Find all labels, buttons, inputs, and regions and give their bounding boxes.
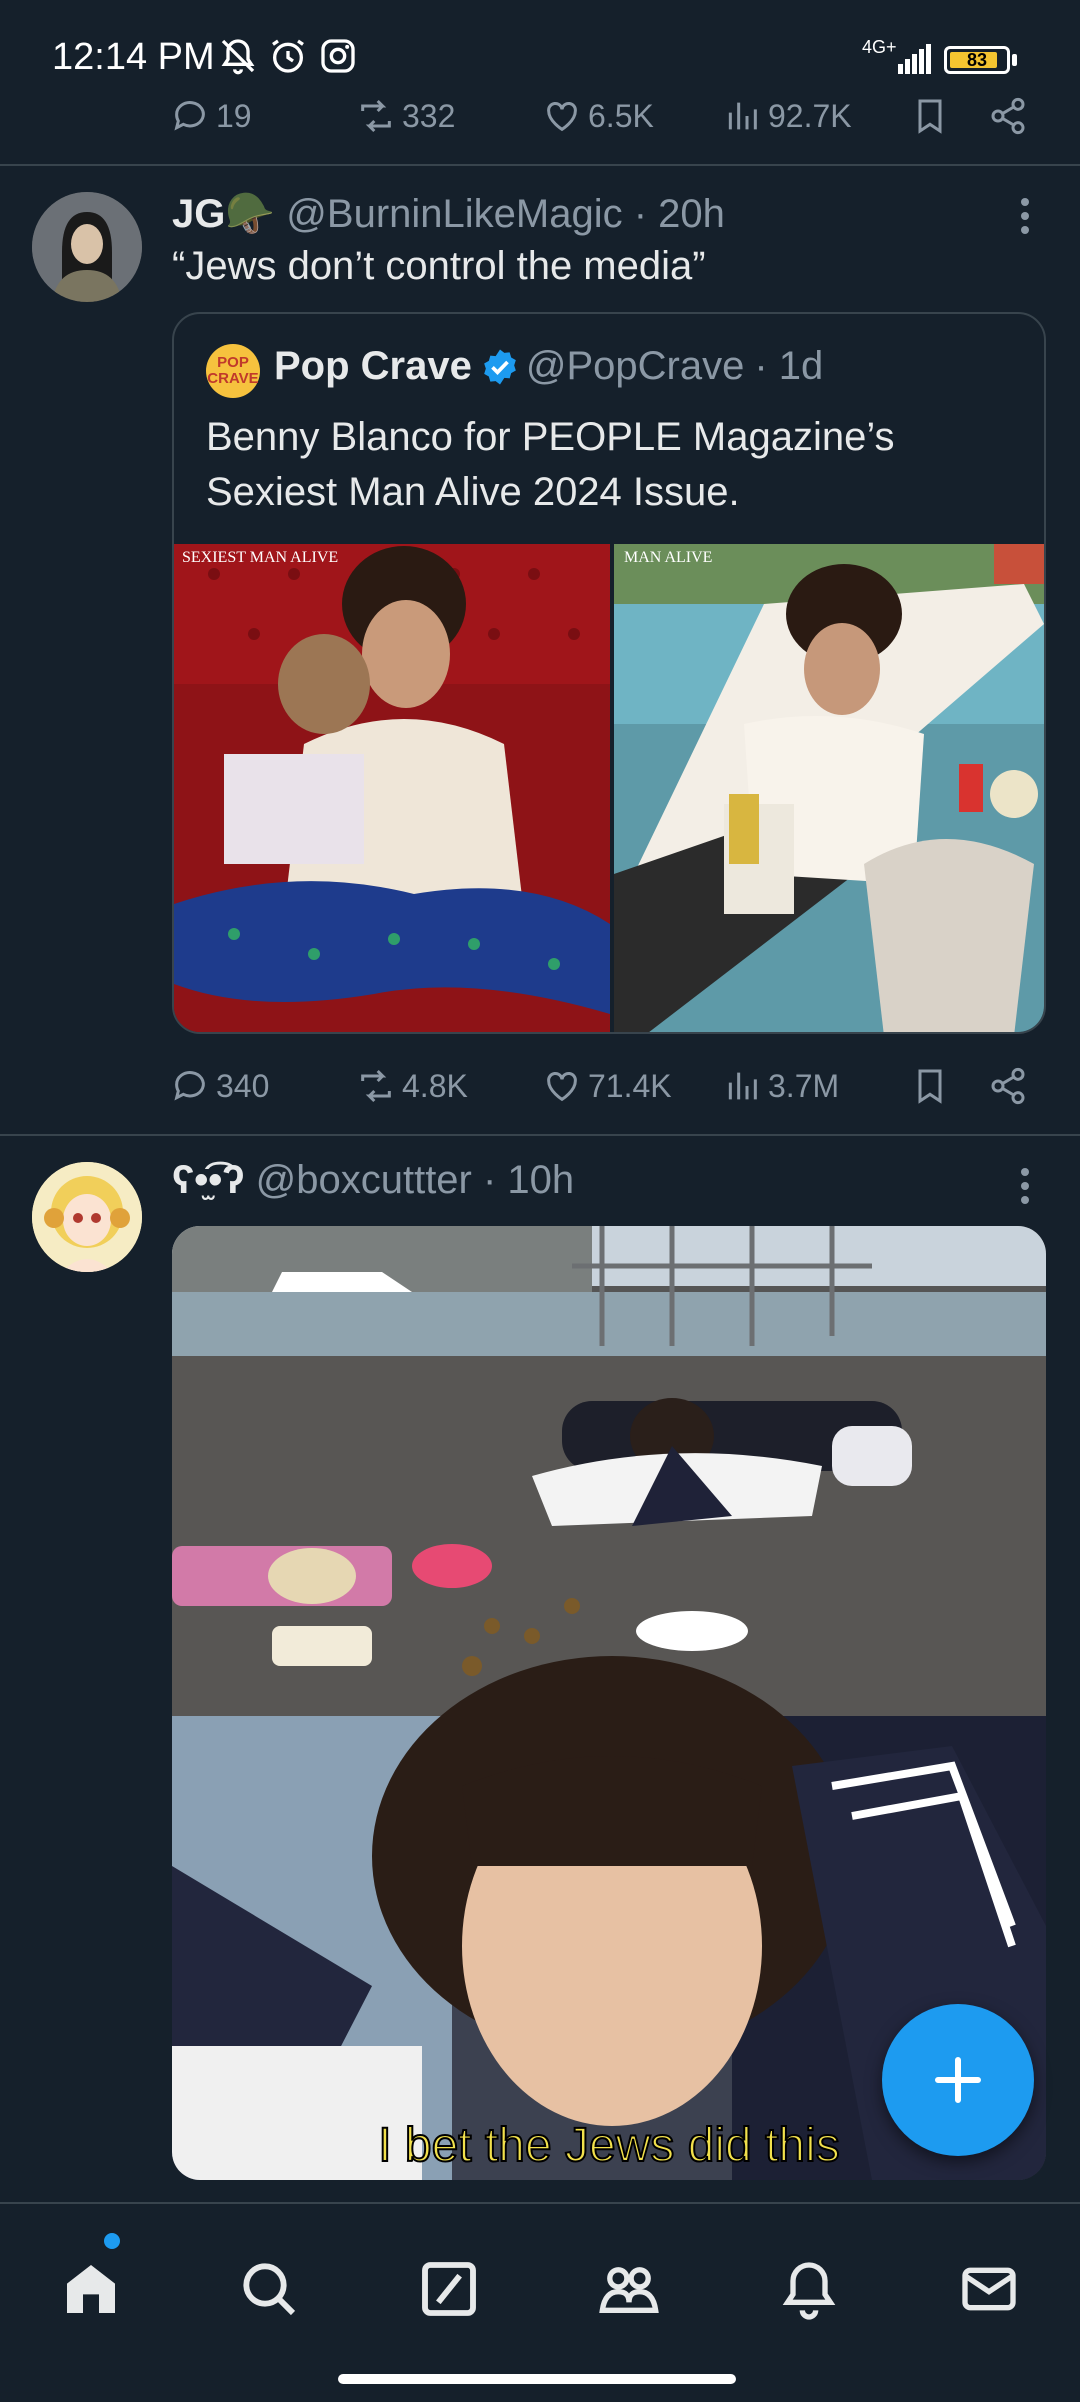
image-overlay-text: MAN ALIVE <box>624 549 712 566</box>
retweet-count: 332 <box>402 97 456 134</box>
quote-image-2[interactable]: MAN ALIVE <box>614 544 1044 1032</box>
signal-icon <box>898 44 931 74</box>
like-count: 71.4K <box>588 1067 672 1104</box>
prev-tweet-actions: 19 332 6.5K 92.7K <box>170 86 1040 146</box>
retweet-button[interactable]: 4.8K <box>356 1056 468 1116</box>
reply-count: 340 <box>216 1067 270 1104</box>
share-button[interactable] <box>988 86 1034 146</box>
bookmark-button[interactable] <box>910 1056 956 1116</box>
search-icon <box>243 2263 296 2316</box>
compose-button[interactable] <box>882 2004 1034 2156</box>
tweet-divider <box>0 1134 1080 1136</box>
messages-icon <box>962 2267 1016 2311</box>
notifications-icon <box>782 2262 836 2320</box>
avatar[interactable] <box>32 1162 142 1272</box>
share-button[interactable] <box>988 1056 1034 1116</box>
views-icon <box>728 102 757 130</box>
verified-badge-icon <box>484 349 516 384</box>
quote-avatar[interactable]: POP CRAVE <box>206 344 260 398</box>
bookmark-icon <box>918 1069 942 1104</box>
mute-bell-icon <box>221 39 255 75</box>
retweet-button[interactable]: 332 <box>356 86 455 146</box>
helmet-emoji: 🪖 <box>225 192 276 236</box>
more-options-icon[interactable] <box>1018 196 1032 236</box>
display-name[interactable]: ʕ•̫͡•ʔ <box>172 1158 245 1202</box>
like-button[interactable]: 71.4K <box>542 1056 672 1116</box>
reply-icon <box>174 1071 205 1101</box>
reply-count: 19 <box>216 97 252 134</box>
tweet-divider <box>0 164 1080 166</box>
nav-home[interactable] <box>46 2244 136 2334</box>
bookmark-button[interactable] <box>910 86 956 146</box>
bottom-nav <box>0 2202 1080 2402</box>
bookmark-icon <box>918 99 942 134</box>
quote-timestamp: · 1d <box>754 344 824 388</box>
handle[interactable]: @boxcuttter <box>256 1158 472 1202</box>
battery-icon: 83 <box>944 46 1010 74</box>
share-icon <box>991 97 1025 135</box>
tweet-header: JG🪖 @BurninLikeMagic · 20h <box>172 190 725 237</box>
image-overlay-text: SEXIEST MAN ALIVE <box>182 549 338 566</box>
quote-header: Pop Crave @PopCrave · 1d <box>274 344 823 389</box>
share-icon <box>991 1067 1025 1105</box>
quote-tweet-card[interactable]: POP CRAVE Pop Crave @PopCrave · 1d Benny… <box>172 312 1046 1034</box>
alarm-icon <box>272 39 304 73</box>
nav-grok[interactable] <box>404 2244 494 2334</box>
communities-icon <box>599 2267 659 2313</box>
views-icon <box>728 1072 757 1100</box>
grok-icon <box>422 2262 476 2316</box>
view-count: 92.7K <box>768 97 852 134</box>
more-options-icon[interactable] <box>1018 1166 1032 1206</box>
plus-icon <box>935 2057 981 2103</box>
views-button[interactable]: 92.7K <box>722 86 852 146</box>
avatar[interactable] <box>32 192 142 302</box>
reply-button[interactable]: 340 <box>170 1056 269 1116</box>
quote-text: Benny Blanco for PEOPLE Magazine’s Sexie… <box>206 415 895 514</box>
timestamp: · 10h <box>483 1158 575 1202</box>
meme-caption: I bet the Jews did this <box>378 2119 840 2172</box>
timestamp: · 20h <box>633 192 725 236</box>
quote-handle: @PopCrave <box>525 344 745 388</box>
status-time: 12:14 PM <box>52 36 215 78</box>
status-bar: 12:14 PM 4G+ 83 <box>0 0 1080 100</box>
tweet-text: “Jews don’t control the media” <box>172 244 706 288</box>
avatar-image <box>32 1162 142 1272</box>
heart-icon <box>547 102 577 132</box>
photo-poolside: MAN ALIVE <box>614 544 1044 1032</box>
like-count: 6.5K <box>588 97 654 134</box>
retweet-icon <box>361 1069 391 1103</box>
battery-tip <box>1012 54 1017 66</box>
tweet1-actions: 340 4.8K 71.4K 3.7M <box>170 1056 1040 1116</box>
home-unread-dot <box>104 2233 120 2249</box>
display-name[interactable]: JG <box>172 192 225 236</box>
instagram-icon <box>321 39 355 73</box>
view-count: 3.7M <box>768 1067 840 1104</box>
views-button[interactable]: 3.7M <box>722 1056 839 1116</box>
handle[interactable]: @BurninLikeMagic <box>286 192 622 236</box>
tweet-header: ʕ•̫͡•ʔ @boxcuttter · 10h <box>172 1158 574 1203</box>
photo-red-couch: SEXIEST MAN ALIVE <box>174 544 610 1032</box>
nav-search[interactable] <box>224 2244 314 2334</box>
heart-icon <box>547 1072 577 1102</box>
nav-notifications[interactable] <box>764 2244 854 2334</box>
battery-level: 83 <box>966 50 988 70</box>
reply-icon <box>174 101 205 131</box>
quote-image-1[interactable]: SEXIEST MAN ALIVE <box>174 544 610 1032</box>
avatar-image <box>32 192 142 302</box>
home-icon <box>67 2265 115 2313</box>
gesture-home-indicator[interactable] <box>338 2374 736 2384</box>
nav-communities[interactable] <box>584 2244 674 2334</box>
nav-messages[interactable] <box>944 2244 1034 2334</box>
reply-button[interactable]: 19 <box>170 86 252 146</box>
like-button[interactable]: 6.5K <box>542 86 654 146</box>
quote-display-name: Pop Crave <box>274 344 472 388</box>
network-type: 4G+ <box>862 37 897 57</box>
retweet-icon <box>361 99 391 133</box>
retweet-count: 4.8K <box>402 1067 468 1104</box>
